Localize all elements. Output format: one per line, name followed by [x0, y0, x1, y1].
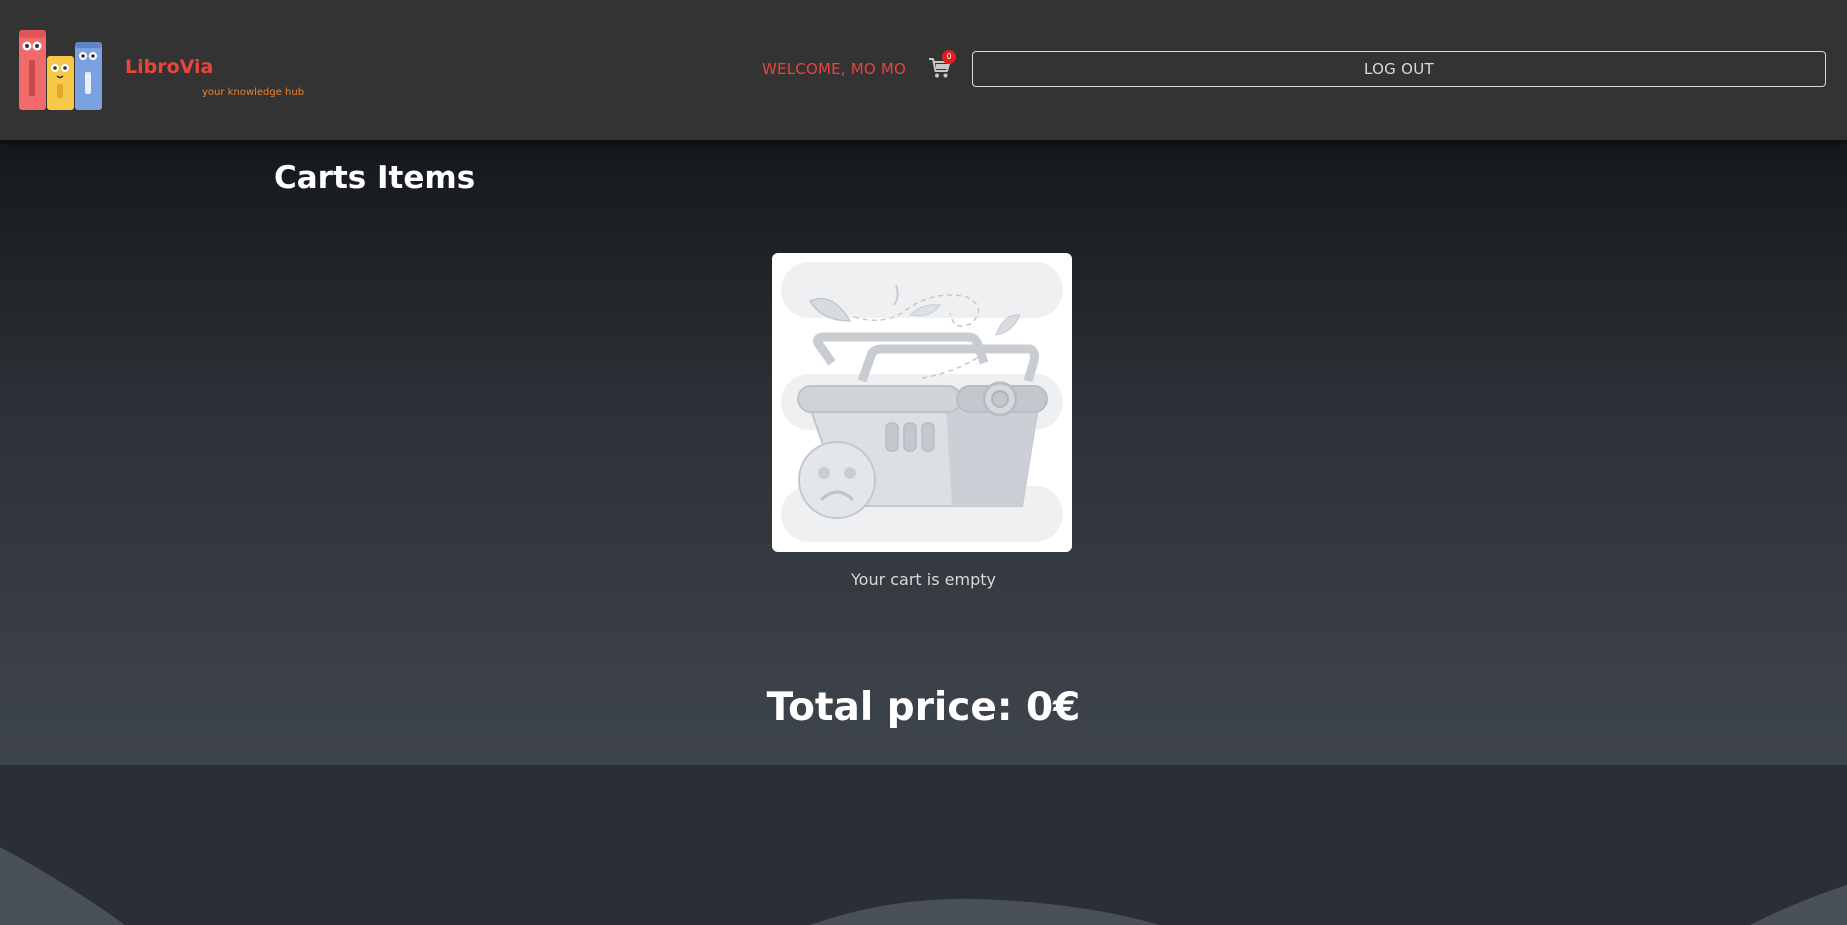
- page-title: Carts Items: [274, 160, 476, 196]
- total-price: Total price: 0€: [766, 685, 1081, 730]
- librovia-logo[interactable]: [18, 28, 108, 112]
- cart-button[interactable]: 0: [928, 50, 956, 80]
- brand-name: LibroVia: [125, 56, 214, 78]
- empty-cart-message: Your cart is empty: [851, 570, 996, 589]
- welcome-message: WELCOME, MO MO: [762, 60, 906, 78]
- brand-tagline: your knowledge hub: [202, 87, 305, 98]
- wave-decoration: [0, 847, 1847, 925]
- site-header: LibroVia your knowledge hub WELCOME, MO …: [0, 0, 1847, 140]
- cart-count-badge: 0: [942, 50, 956, 64]
- empty-cart-image: [772, 253, 1072, 552]
- logout-button[interactable]: LOG OUT: [972, 51, 1826, 87]
- footer-waves: [0, 765, 1847, 925]
- cart-section: Carts Items Your cart is empty Total pri…: [0, 140, 1847, 765]
- empty-basket-illustration: [781, 262, 1063, 542]
- books-logo-icon: [19, 30, 102, 110]
